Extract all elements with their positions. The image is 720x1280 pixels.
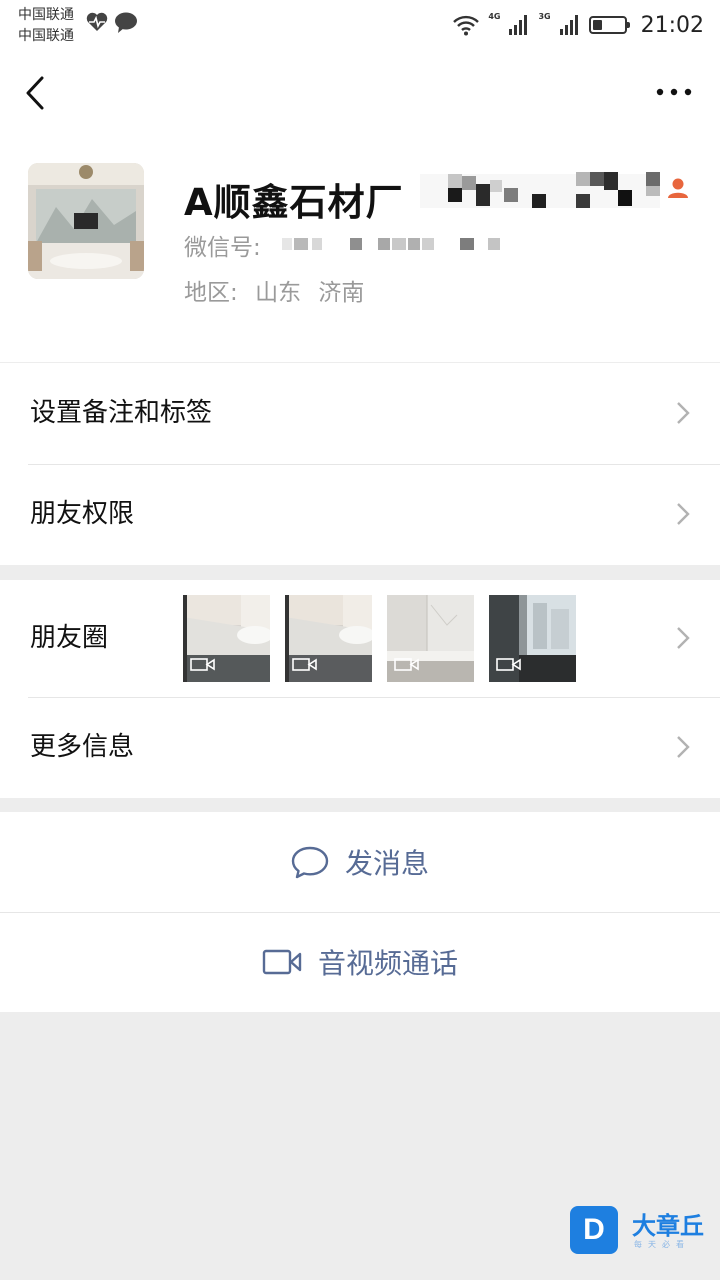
chevron-right-icon (677, 503, 690, 525)
carrier-2: 中国联通 (18, 28, 74, 44)
video-camera-icon (262, 949, 302, 975)
watermark: D 大章丘 每天必看 (570, 1206, 715, 1258)
person-icon (668, 178, 688, 198)
signal-icon-2 (559, 15, 578, 35)
network-type-1: 4G (488, 12, 501, 21)
wifi-icon (453, 15, 480, 36)
redacted-wechat-id (282, 238, 500, 250)
moment-thumbnail[interactable] (183, 595, 270, 682)
profile-header: A顺鑫石材厂 微信号: 地区: 山东 济南 (0, 136, 720, 362)
moment-thumbnail[interactable] (387, 595, 474, 682)
moments-label: 朋友圈 (30, 623, 109, 653)
chevron-right-icon (677, 736, 690, 758)
chat-bubble-icon (291, 846, 329, 879)
info-group: 朋友圈 更多信息 (0, 580, 720, 798)
carrier-1: 中国联通 (18, 7, 74, 23)
moments-thumbnails (183, 595, 576, 682)
remarks-tags-label: 设置备注和标签 (30, 398, 213, 428)
remarks-tags-cell[interactable]: 设置备注和标签 (0, 363, 720, 464)
status-bar: 中国联通 中国联通 4G 3G 21:02 (0, 0, 720, 50)
more-options-icon[interactable] (654, 80, 694, 104)
redacted-text (420, 172, 660, 208)
watermark-logo: D (570, 1206, 618, 1254)
settings-group: 设置备注和标签 朋友权限 (0, 363, 720, 565)
moments-cell[interactable]: 朋友圈 (0, 580, 720, 697)
avatar[interactable] (28, 163, 144, 279)
carrier-info: 中国联通 中国联通 (18, 5, 74, 47)
region-label: 地区: (184, 280, 238, 306)
moment-thumbnail[interactable] (285, 595, 372, 682)
heart-rate-icon (86, 12, 108, 31)
contact-name: A顺鑫石材厂 (184, 181, 404, 224)
friend-permissions-label: 朋友权限 (30, 499, 135, 529)
region-province: 山东 (255, 280, 302, 306)
actions-group: 发消息 音视频通话 (0, 812, 720, 1012)
nav-bar (0, 50, 720, 136)
back-icon[interactable] (22, 72, 52, 114)
status-time: 21:02 (640, 12, 704, 38)
wechat-id-label: 微信号: (184, 235, 261, 261)
chevron-right-icon (677, 402, 690, 424)
send-message-button[interactable]: 发消息 (0, 812, 720, 912)
battery-icon (588, 16, 630, 34)
battery-level (592, 20, 603, 30)
region-city: 济南 (318, 280, 365, 306)
signal-icon-1 (509, 15, 528, 35)
video-call-button[interactable]: 音视频通话 (0, 912, 720, 1012)
chevron-right-icon (677, 627, 690, 649)
network-type-2: 3G (538, 12, 551, 21)
video-call-label: 音视频通话 (317, 947, 458, 980)
send-message-label: 发消息 (344, 847, 429, 880)
more-info-cell[interactable]: 更多信息 (0, 697, 720, 798)
region-info: 地区: 山东 济南 (184, 273, 374, 307)
watermark-subtitle: 每天必看 (634, 1240, 690, 1249)
more-info-label: 更多信息 (30, 732, 135, 762)
watermark-title: 大章丘 (632, 1212, 704, 1240)
friend-permissions-cell[interactable]: 朋友权限 (0, 464, 720, 565)
chat-notification-icon (115, 12, 137, 33)
moment-thumbnail[interactable] (489, 595, 576, 682)
